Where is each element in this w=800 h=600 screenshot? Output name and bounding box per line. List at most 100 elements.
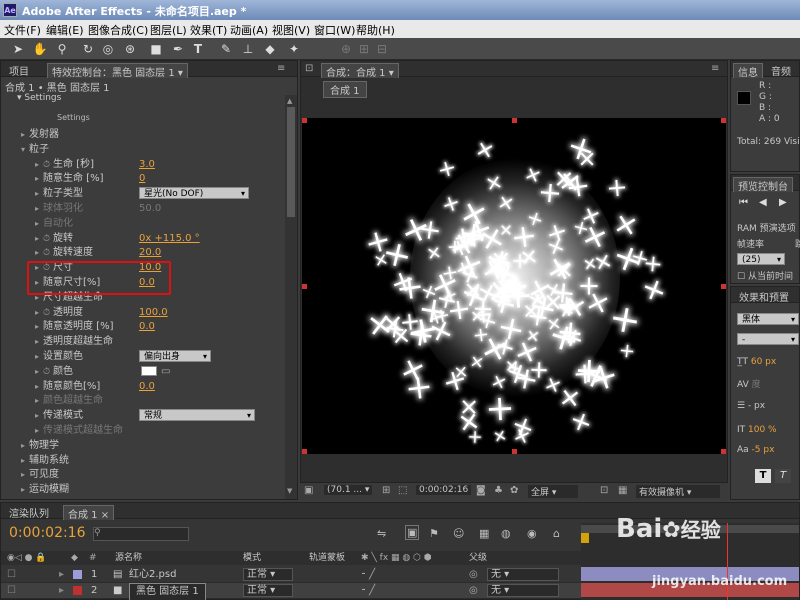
chevron-right-icon[interactable]: ▸ — [35, 334, 43, 349]
comp-mini-flowchart-icon[interactable]: ⇋ — [377, 527, 386, 540]
line-spacing-field[interactable]: ☰ - px — [737, 401, 765, 411]
label-color-icon[interactable] — [73, 570, 82, 579]
world-axis-icon[interactable]: ⊞ — [356, 41, 372, 57]
property-row[interactable]: ▸ 辅助系统 — [1, 453, 285, 468]
prev-frame-icon[interactable]: ◀ — [759, 197, 767, 208]
chevron-right-icon[interactable]: ▸ — [35, 305, 43, 320]
orbit-camera-tool-icon[interactable]: ◎ — [100, 41, 116, 57]
chevron-right-icon[interactable]: ▸ — [35, 319, 43, 334]
property-value[interactable]: 0x +115.0 ° — [139, 231, 200, 246]
chevron-right-icon[interactable]: ▸ — [35, 393, 43, 408]
menu-window[interactable]: 窗口(W) — [314, 22, 355, 38]
tab-effects-presets[interactable]: 效果和预置 — [739, 289, 789, 304]
property-row[interactable]: ▸ 传递模式 常规 — [1, 408, 285, 423]
property-row[interactable]: ▸ 随意颜色[%] 0.0 — [1, 379, 285, 394]
mask-icon[interactable]: ⬚ — [398, 485, 407, 496]
pickwhip-icon[interactable]: ◎ — [469, 567, 478, 583]
stopwatch-icon[interactable]: ⏱ — [43, 365, 53, 380]
chevron-right-icon[interactable]: ▸ — [35, 379, 43, 394]
layer-name[interactable]: 红心2.psd — [129, 567, 176, 583]
axis-mode-icon[interactable]: ⊕ — [338, 41, 354, 57]
menu-animation[interactable]: 动画(A) — [230, 22, 268, 38]
magnification-select[interactable]: (70.1 ... ▾ — [324, 485, 373, 495]
panel-menu-icon[interactable]: ≡ — [277, 63, 285, 74]
expand-icon[interactable]: ▸ — [59, 583, 64, 599]
lock-icon[interactable]: ⊡ — [305, 63, 313, 74]
property-dropdown[interactable]: 偏向出身 — [139, 350, 211, 363]
property-row[interactable]: ▾ 粒子 — [1, 142, 285, 157]
composition-viewer[interactable] — [302, 118, 726, 454]
frame-blending-icon[interactable]: ▦ — [479, 527, 489, 540]
scroll-up-icon[interactable]: ▲ — [287, 97, 295, 107]
ram-preview-options[interactable]: RAM 预演选项 — [737, 221, 796, 234]
property-row[interactable]: ▸ 随意生命 [%] 0 — [1, 171, 285, 186]
settings-button[interactable]: Settings — [53, 111, 94, 124]
rectangle-tool-icon[interactable]: ■ — [148, 41, 164, 57]
clone-stamp-tool-icon[interactable]: ⊥ — [240, 41, 256, 57]
puppet-tool-icon[interactable]: ✦ — [286, 41, 302, 57]
brush-tool-icon[interactable]: ✎ — [218, 41, 234, 57]
font-size-field[interactable]: T̲T 60 px — [737, 357, 776, 367]
property-value[interactable]: 20.0 — [139, 245, 161, 260]
view-axis-icon[interactable]: ⊟ — [374, 41, 390, 57]
baseline-field[interactable]: Aa -5 px — [737, 445, 774, 455]
property-row[interactable]: ▸ 自动化 — [1, 216, 285, 231]
faux-italic-button[interactable]: T — [775, 469, 791, 483]
tab-project[interactable]: 项目 — [9, 63, 29, 78]
roi-icon[interactable]: ⊡ — [600, 485, 608, 496]
chevron-right-icon[interactable]: ▸ — [21, 482, 29, 497]
shy-switch-icon[interactable]: ⁃ ╱ — [361, 567, 375, 583]
parent-select[interactable]: 无 ▾ — [487, 568, 559, 581]
eyedropper-icon[interactable]: ▭ — [161, 364, 170, 379]
pen-tool-icon[interactable]: ✒ — [170, 41, 186, 57]
chevron-right-icon[interactable]: ▸ — [21, 453, 29, 468]
col-trkmat[interactable]: 轨道蒙板 — [309, 551, 345, 565]
chevron-right-icon[interactable]: ▸ — [35, 186, 43, 201]
layer-name[interactable]: 黑色 固态层 1 — [129, 583, 206, 600]
property-dropdown[interactable]: 星光(No DOF) — [139, 187, 249, 200]
font-style-select[interactable]: - — [737, 333, 799, 346]
first-frame-icon[interactable]: ⏮ — [739, 197, 748, 208]
mode-select[interactable]: 正常 ▾ — [243, 568, 293, 581]
color-swatch[interactable] — [141, 365, 157, 376]
timeline-search-input[interactable]: ⚲ — [93, 527, 189, 541]
text-tool-icon[interactable]: T — [190, 41, 206, 57]
transparency-grid-icon[interactable]: ▦ — [618, 485, 627, 496]
parent-select[interactable]: 无 ▾ — [487, 584, 559, 597]
brainstorm-icon[interactable]: ◉ — [527, 527, 537, 540]
resolution-select[interactable]: 全屏 ▾ — [528, 485, 578, 498]
property-row[interactable]: ▸ ⏱ 旋转 0x +115.0 ° — [1, 231, 285, 246]
property-row[interactable]: ▸ ⏱ 生命 [秒] 3.0 — [1, 157, 285, 172]
property-row[interactable]: ▸ ⏱ 旋转速度 20.0 — [1, 245, 285, 260]
shy-switch-icon[interactable]: ⁃ ╱ — [361, 583, 375, 599]
stopwatch-icon[interactable]: ⏱ — [43, 246, 53, 261]
chevron-down-icon[interactable]: ▾ — [21, 142, 29, 157]
property-row[interactable]: ▸ 随意透明度 [%] 0.0 — [1, 319, 285, 334]
chevron-right-icon[interactable]: ▸ — [35, 231, 43, 246]
hide-shy-icon[interactable]: ☺ — [453, 527, 464, 540]
effect-controls-scrollbar[interactable]: ▲ ▼ — [285, 95, 297, 499]
grid-icon[interactable]: ⊞ — [382, 485, 390, 496]
chevron-right-icon[interactable]: ▸ — [35, 171, 43, 186]
property-row[interactable]: ▸ 设置颜色 偏向出身 — [1, 349, 285, 364]
tab-audio[interactable]: 音频 — [771, 63, 791, 78]
chevron-right-icon[interactable]: ▸ — [21, 127, 29, 142]
scroll-down-icon[interactable]: ▼ — [287, 487, 295, 497]
property-row[interactable]: ▸ 可见度 — [1, 467, 285, 482]
tab-info[interactable]: 信息 — [733, 63, 763, 79]
property-row[interactable]: ▸ ⏱ 颜色 ▭ — [1, 364, 285, 379]
comp-panel-menu-icon[interactable]: ≡ — [711, 63, 719, 74]
menu-view[interactable]: 视图(V) — [272, 22, 310, 38]
stopwatch-icon[interactable]: ⏱ — [43, 306, 53, 321]
property-row[interactable]: ▸ 颜色超越生命 — [1, 393, 285, 408]
property-row[interactable]: ▸ 球体羽化 50.0 — [1, 201, 285, 216]
draft-3d-icon[interactable]: ⚑ — [429, 527, 439, 540]
chevron-right-icon[interactable]: ▸ — [35, 216, 43, 231]
tab-effect-controls[interactable]: 特效控制台：黑色 固态层 1 ▾ — [47, 63, 188, 79]
motion-blur-icon[interactable]: ◍ — [501, 527, 511, 540]
show-snapshot-icon[interactable]: ♣ — [494, 485, 503, 496]
chevron-right-icon[interactable]: ▸ — [21, 467, 29, 482]
menu-edit[interactable]: 编辑(E) — [46, 22, 84, 38]
property-row[interactable]: ▸ 物理学 — [1, 438, 285, 453]
scrollbar-thumb[interactable] — [287, 107, 295, 217]
